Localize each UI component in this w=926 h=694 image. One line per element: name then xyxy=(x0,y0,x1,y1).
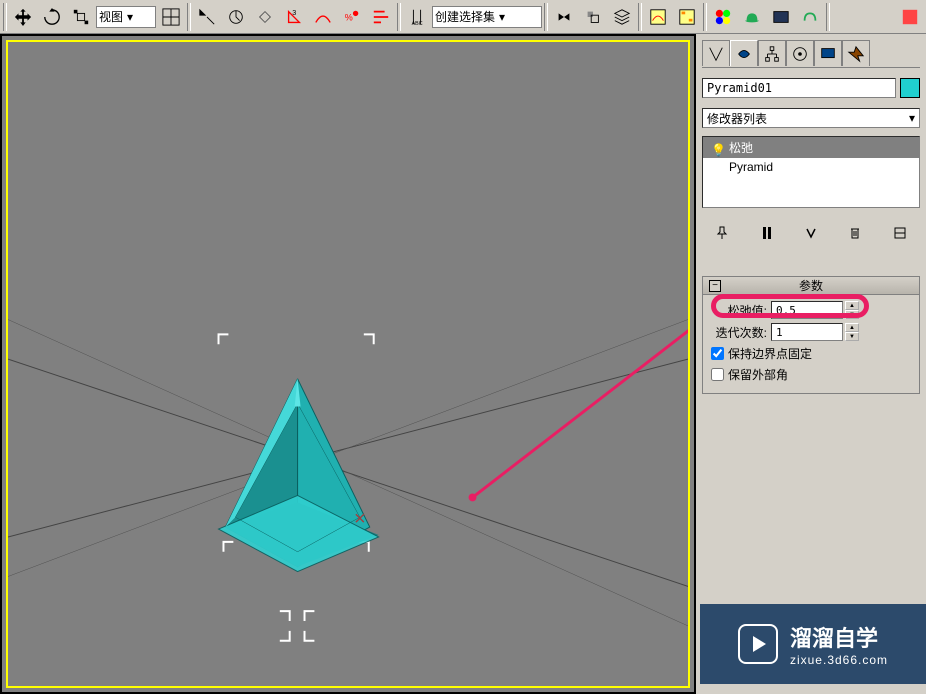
dropdown-label: 视图 xyxy=(99,8,123,25)
render-scene-icon[interactable] xyxy=(738,3,766,31)
collapse-icon[interactable]: − xyxy=(709,280,721,292)
parameters-rollout: − 参数 松弛值: ▲ ▼ 迭代次数: ▲ ▼ xyxy=(702,276,920,394)
show-end-result-icon[interactable] xyxy=(756,222,778,244)
make-unique-icon[interactable] xyxy=(800,222,822,244)
iterations-row: 迭代次数: ▲ ▼ xyxy=(711,323,911,341)
snap-angle-icon[interactable]: 3 xyxy=(280,3,308,31)
chevron-down-icon: ▾ xyxy=(909,111,915,125)
keep-outer-corner-row: 保留外部角 xyxy=(711,366,911,383)
spinner-down-icon[interactable]: ▼ xyxy=(845,332,859,341)
modifier-list-dropdown[interactable]: 修改器列表 ▾ xyxy=(702,108,920,128)
divider xyxy=(187,3,191,31)
keep-outer-corner-checkbox[interactable] xyxy=(711,368,724,381)
pin-stack-icon[interactable] xyxy=(711,222,733,244)
snap-3d-icon[interactable] xyxy=(251,3,279,31)
relax-value-input[interactable] xyxy=(771,301,843,319)
pivot-center-icon[interactable] xyxy=(157,3,185,31)
scale-tool-icon[interactable] xyxy=(67,3,95,31)
stack-item-relax[interactable]: 💡 松弛 xyxy=(703,137,919,158)
last-tool-icon[interactable] xyxy=(896,3,924,31)
checkbox-label: 保留外部角 xyxy=(728,366,788,383)
divider xyxy=(397,3,401,31)
keyboard-shortcut-icon[interactable] xyxy=(222,3,250,31)
iterations-label: 迭代次数: xyxy=(711,324,767,341)
rollout-body: 松弛值: ▲ ▼ 迭代次数: ▲ ▼ xyxy=(703,295,919,393)
stack-item-label: 松弛 xyxy=(729,139,753,156)
iterations-input[interactable] xyxy=(771,323,843,341)
play-icon xyxy=(738,624,778,664)
rollout-header[interactable]: − 参数 xyxy=(703,277,919,295)
chevron-down-icon: ▾ xyxy=(127,10,133,24)
command-tabs xyxy=(702,40,920,68)
svg-text:ABC: ABC xyxy=(412,21,423,26)
watermark-url: zixue.3d66.com xyxy=(790,653,888,667)
viewport-scene xyxy=(8,42,688,686)
watermark-text: 溜溜自学 zixue.3d66.com xyxy=(790,621,888,667)
dropdown-label: 修改器列表 xyxy=(707,110,767,127)
object-name-input[interactable] xyxy=(702,78,896,98)
schematic-view-icon[interactable] xyxy=(673,3,701,31)
divider xyxy=(638,3,642,31)
select-manipulate-icon[interactable] xyxy=(193,3,221,31)
spinner-up-icon[interactable]: ▲ xyxy=(845,301,859,310)
main-area: 修改器列表 ▾ 💡 松弛 Pyramid xyxy=(0,34,926,694)
main-toolbar: 视图 ▾ 3 % ABC 创建选择集 ▾ xyxy=(0,0,926,34)
move-tool-icon[interactable] xyxy=(9,3,37,31)
hierarchy-tab-icon[interactable] xyxy=(758,40,786,66)
watermark-title: 溜溜自学 xyxy=(790,621,888,653)
watermark: 溜溜自学 zixue.3d66.com xyxy=(700,604,926,684)
rollout-title: 参数 xyxy=(799,277,823,294)
material-editor-icon[interactable] xyxy=(709,3,737,31)
chevron-down-icon: ▾ xyxy=(499,10,505,24)
align-icon[interactable] xyxy=(579,3,607,31)
bulb-icon: 💡 xyxy=(711,143,721,153)
viewport[interactable] xyxy=(0,34,696,694)
stack-toolbar xyxy=(702,218,920,248)
keep-boundary-checkbox[interactable] xyxy=(711,347,724,360)
checkbox-label: 保持边界点固定 xyxy=(728,345,812,362)
curve-editor-icon[interactable] xyxy=(644,3,672,31)
display-tab-icon[interactable] xyxy=(814,40,842,66)
modifier-stack[interactable]: 💡 松弛 Pyramid xyxy=(702,136,920,208)
snap-percent-icon[interactable] xyxy=(309,3,337,31)
object-name-row xyxy=(702,78,920,98)
edit-named-selection-icon[interactable] xyxy=(367,3,395,31)
svg-text:%: % xyxy=(345,12,353,22)
relax-value-row: 松弛值: ▲ ▼ xyxy=(711,301,911,319)
viewport-active[interactable] xyxy=(6,40,690,688)
divider xyxy=(3,3,7,31)
divider xyxy=(544,3,548,31)
layers-icon[interactable] xyxy=(608,3,636,31)
keep-boundary-row: 保持边界点固定 xyxy=(711,345,911,362)
render-frame-icon[interactable] xyxy=(767,3,795,31)
mirror-icon[interactable] xyxy=(550,3,578,31)
spinner-buttons: ▲ ▼ xyxy=(845,323,859,341)
divider xyxy=(826,3,830,31)
spinner-buttons: ▲ ▼ xyxy=(845,301,859,319)
motion-tab-icon[interactable] xyxy=(786,40,814,66)
command-panel: 修改器列表 ▾ 💡 松弛 Pyramid xyxy=(696,34,926,694)
utilities-tab-icon[interactable] xyxy=(842,40,870,66)
named-selection-sets-icon[interactable]: ABC xyxy=(403,3,431,31)
spinner-snap-icon[interactable]: % xyxy=(338,3,366,31)
stack-item-label: Pyramid xyxy=(729,160,773,174)
quick-render-icon[interactable] xyxy=(796,3,824,31)
create-tab-icon[interactable] xyxy=(702,40,730,66)
svg-text:3: 3 xyxy=(292,8,296,17)
rotate-tool-icon[interactable] xyxy=(38,3,66,31)
remove-modifier-icon[interactable] xyxy=(844,222,866,244)
reference-coord-dropdown[interactable]: 视图 ▾ xyxy=(96,6,156,28)
spinner-up-icon[interactable]: ▲ xyxy=(845,323,859,332)
relax-label: 松弛值: xyxy=(711,302,767,319)
dropdown-label: 创建选择集 xyxy=(435,8,495,25)
stack-item-pyramid[interactable]: Pyramid xyxy=(703,158,919,176)
spinner-down-icon[interactable]: ▼ xyxy=(845,310,859,319)
configure-sets-icon[interactable] xyxy=(889,222,911,244)
object-color-swatch[interactable] xyxy=(900,78,920,98)
modify-tab-icon[interactable] xyxy=(730,40,758,66)
divider xyxy=(703,3,707,31)
named-selection-dropdown[interactable]: 创建选择集 ▾ xyxy=(432,6,542,28)
